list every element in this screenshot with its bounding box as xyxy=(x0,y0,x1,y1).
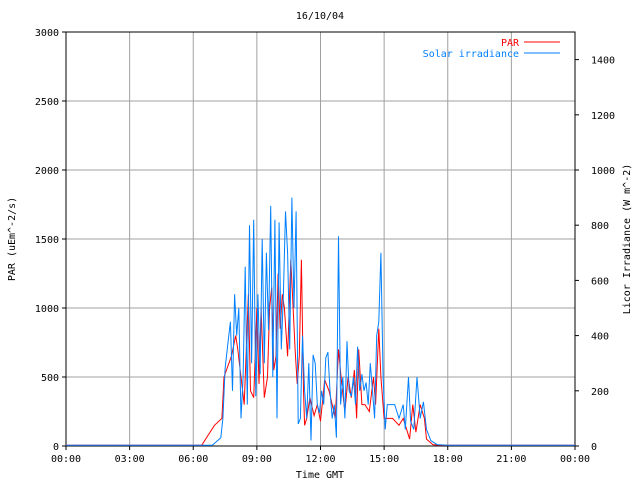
x-tick-label: 00:00 xyxy=(51,454,81,465)
x-axis-ticks: 00:00 03:00 06:00 09:00 12:00 15:00 18:00 21:00… xyxy=(51,446,590,465)
chart-title: 16/10/04 xyxy=(296,11,344,22)
y-left-tick-label: 1000 xyxy=(35,304,59,315)
y-right-tick-label: 400 xyxy=(591,332,609,343)
legend-label-par: PAR xyxy=(501,38,520,49)
x-tick-label: 21:00 xyxy=(496,454,526,465)
x-tick-label: 09:00 xyxy=(242,454,272,465)
legend-label-solar-irradiance: Solar irradiance xyxy=(423,49,519,60)
y-axis-left-ticks: 0 500 1000 1500 2000 2500 3000 xyxy=(35,28,66,453)
y-right-tick-label: 800 xyxy=(591,221,609,232)
y-right-tick-label: 200 xyxy=(591,387,609,398)
x-tick-label: 15:00 xyxy=(369,454,399,465)
y-right-tick-label: 0 xyxy=(591,442,597,453)
x-tick-label: 03:00 xyxy=(115,454,145,465)
grid-lines xyxy=(66,32,575,446)
x-tick-label: 00:00 xyxy=(560,454,590,465)
y-left-tick-label: 3000 xyxy=(35,28,59,39)
x-tick-label: 12:00 xyxy=(305,454,335,465)
y-left-tick-label: 0 xyxy=(53,442,59,453)
y-axis-right-label: Licor Irradiance (W m^-2) xyxy=(622,164,633,315)
chart: 16/10/04 00:00 03:00 06:00 09:00 12:00 15:00 1… xyxy=(7,11,633,480)
y-right-tick-label: 1200 xyxy=(591,111,615,122)
y-axis-right-ticks: 0 200 400 600 800 1000 1200 1400 xyxy=(575,56,615,453)
y-left-tick-label: 2000 xyxy=(35,166,59,177)
y-left-tick-label: 1500 xyxy=(35,235,59,246)
y-right-tick-label: 600 xyxy=(591,276,609,287)
y-left-tick-label: 500 xyxy=(41,373,59,384)
y-axis-left-label: PAR (uEm^-2/s) xyxy=(7,197,18,281)
y-right-tick-label: 1000 xyxy=(591,166,615,177)
x-axis-label: Time GMT xyxy=(296,470,344,480)
y-left-tick-label: 2500 xyxy=(35,97,59,108)
x-tick-label: 18:00 xyxy=(433,454,463,465)
legend: PAR Solar irradiance xyxy=(423,38,560,60)
y-right-tick-label: 1400 xyxy=(591,56,615,67)
x-tick-label: 06:00 xyxy=(178,454,208,465)
